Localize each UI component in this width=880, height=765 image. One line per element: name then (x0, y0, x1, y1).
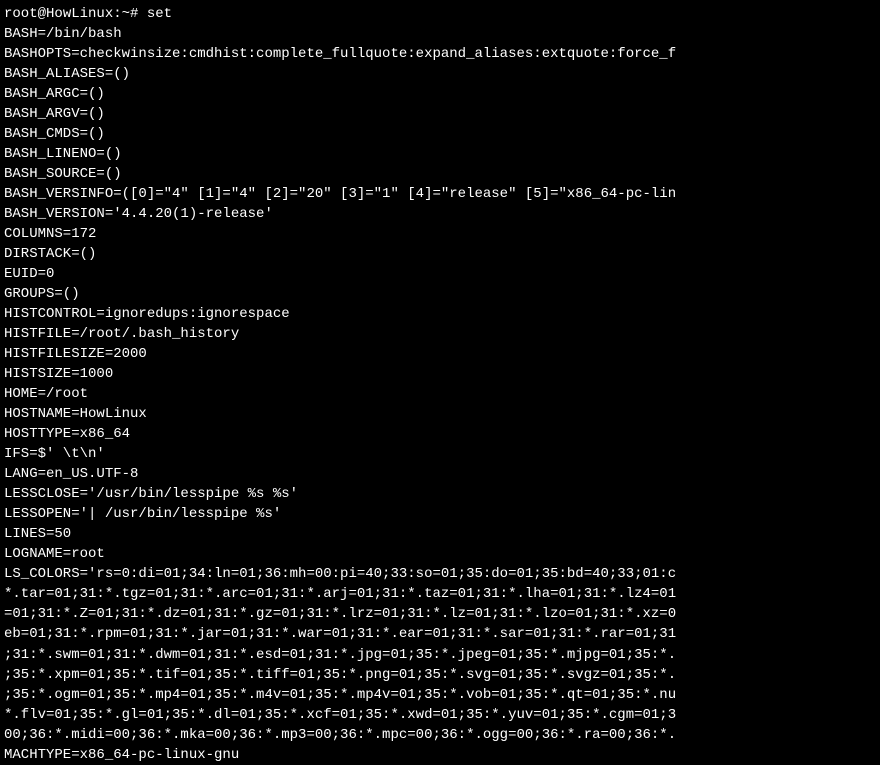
output-line: BASH_ARGC=() (4, 84, 876, 104)
output-line: BASHOPTS=checkwinsize:cmdhist:complete_f… (4, 44, 876, 64)
output-line: BASH_LINENO=() (4, 144, 876, 164)
prompt-symbol: # (130, 6, 138, 22)
output-line: ;31:*.swm=01;31:*.dwm=01;31:*.esd=01;31:… (4, 645, 876, 665)
output-line: LANG=en_US.UTF-8 (4, 464, 876, 484)
output-line: LS_COLORS='rs=0:di=01;34:ln=01;36:mh=00:… (4, 564, 876, 584)
output-line: BASH_VERSION='4.4.20(1)-release' (4, 204, 876, 224)
terminal-output: BASH=/bin/bashBASHOPTS=checkwinsize:cmdh… (4, 24, 876, 765)
output-line: HOSTNAME=HowLinux (4, 404, 876, 424)
output-line: ;35:*.xpm=01;35:*.tif=01;35:*.tiff=01;35… (4, 665, 876, 685)
output-line: BASH_CMDS=() (4, 124, 876, 144)
output-line: HISTFILESIZE=2000 (4, 344, 876, 364)
output-line: *.tar=01;31:*.tgz=01;31:*.arc=01;31:*.ar… (4, 584, 876, 604)
output-line: BASH=/bin/bash (4, 24, 876, 44)
output-line: *.flv=01;35:*.gl=01;35:*.dl=01;35:*.xcf=… (4, 705, 876, 725)
output-line: LOGNAME=root (4, 544, 876, 564)
prompt-line: root@HowLinux:~# set (4, 4, 876, 24)
output-line: BASH_ALIASES=() (4, 64, 876, 84)
output-line: BASH_SOURCE=() (4, 164, 876, 184)
output-line: GROUPS=() (4, 284, 876, 304)
output-line: COLUMNS=172 (4, 224, 876, 244)
output-line: BASH_VERSINFO=([0]="4" [1]="4" [2]="20" … (4, 184, 876, 204)
output-line: =01;31:*.Z=01;31:*.dz=01;31:*.gz=01;31:*… (4, 604, 876, 624)
output-line: LESSCLOSE='/usr/bin/lesspipe %s %s' (4, 484, 876, 504)
shell-prompt: root@HowLinux:~# (4, 6, 147, 22)
output-line: eb=01;31:*.rpm=01;31:*.jar=01;31:*.war=0… (4, 624, 876, 644)
output-line: LINES=50 (4, 524, 876, 544)
command-input: set (147, 6, 172, 22)
prompt-user: root (4, 6, 38, 22)
output-line: IFS=$' \t\n' (4, 444, 876, 464)
prompt-path: ~ (122, 6, 130, 22)
output-line: EUID=0 (4, 264, 876, 284)
output-line: HISTCONTROL=ignoredups:ignorespace (4, 304, 876, 324)
output-line: HISTFILE=/root/.bash_history (4, 324, 876, 344)
output-line: LESSOPEN='| /usr/bin/lesspipe %s' (4, 504, 876, 524)
output-line: HOSTTYPE=x86_64 (4, 424, 876, 444)
output-line: ;35:*.ogm=01;35:*.mp4=01;35:*.m4v=01;35:… (4, 685, 876, 705)
output-line: HOME=/root (4, 384, 876, 404)
output-line: MACHTYPE=x86_64-pc-linux-gnu (4, 745, 876, 765)
output-line: BASH_ARGV=() (4, 104, 876, 124)
output-line: DIRSTACK=() (4, 244, 876, 264)
output-line: 00;36:*.midi=00;36:*.mka=00;36:*.mp3=00;… (4, 725, 876, 745)
terminal-window[interactable]: root@HowLinux:~# set BASH=/bin/bashBASHO… (4, 4, 876, 761)
output-line: HISTSIZE=1000 (4, 364, 876, 384)
prompt-host: HowLinux (46, 6, 113, 22)
